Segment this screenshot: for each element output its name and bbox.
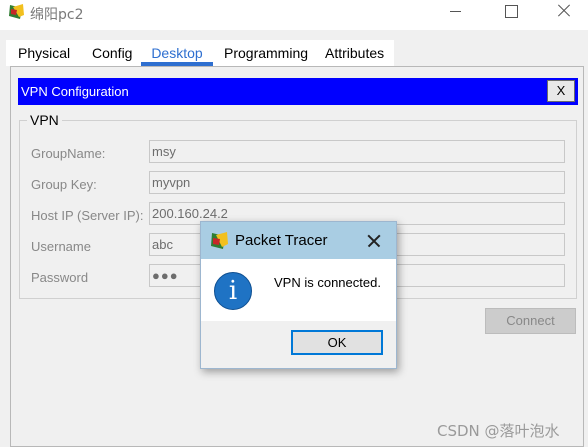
connect-button[interactable]: Connect xyxy=(485,308,576,334)
vpn-close-button[interactable]: X xyxy=(547,80,575,102)
vpn-group-title: VPN xyxy=(27,112,62,128)
group-key-field[interactable]: myvpn xyxy=(149,171,565,194)
packet-tracer-pc-icon xyxy=(9,4,24,19)
minimize-button[interactable] xyxy=(432,0,478,24)
watermark: CSDN @落叶泡水 xyxy=(437,422,560,440)
packet-tracer-dialog: Packet Tracer i VPN is connected. OK xyxy=(200,221,397,369)
host-ip-label: Host IP (Server IP): xyxy=(31,208,144,223)
dialog-title: Packet Tracer xyxy=(235,232,328,249)
tab-desktop[interactable]: Desktop xyxy=(141,40,213,66)
vpn-configuration-title: VPN Configuration xyxy=(21,84,129,99)
tab-physical[interactable]: Physical xyxy=(12,40,76,66)
dialog-title-bar: Packet Tracer xyxy=(201,222,396,259)
username-label: Username xyxy=(31,239,91,254)
maximize-button[interactable] xyxy=(488,0,534,24)
application-window: 绵阳pc2 Physical Config Desktop Programmin… xyxy=(0,0,588,447)
title-bar: 绵阳pc2 xyxy=(0,0,588,30)
dialog-close-icon[interactable] xyxy=(365,232,383,250)
tab-programming[interactable]: Programming xyxy=(218,40,314,66)
groupname-label: GroupName: xyxy=(31,146,106,161)
group-key-label: Group Key: xyxy=(31,177,97,192)
tab-bar: Physical Config Desktop Programming Attr… xyxy=(0,30,588,66)
packet-tracer-app-icon xyxy=(211,232,228,249)
groupname-field[interactable]: msy xyxy=(149,140,565,163)
close-window-button[interactable] xyxy=(540,0,586,24)
dialog-body: i VPN is connected. xyxy=(201,259,396,321)
tab-attributes[interactable]: Attributes xyxy=(319,40,390,66)
info-icon: i xyxy=(214,272,252,310)
vpn-configuration-header: VPN Configuration X xyxy=(18,78,578,105)
dialog-message: VPN is connected. xyxy=(274,275,381,290)
window-title: 绵阳pc2 xyxy=(30,7,84,23)
ok-button[interactable]: OK xyxy=(291,330,383,355)
tab-config[interactable]: Config xyxy=(86,40,138,66)
password-label: Password xyxy=(31,270,89,285)
